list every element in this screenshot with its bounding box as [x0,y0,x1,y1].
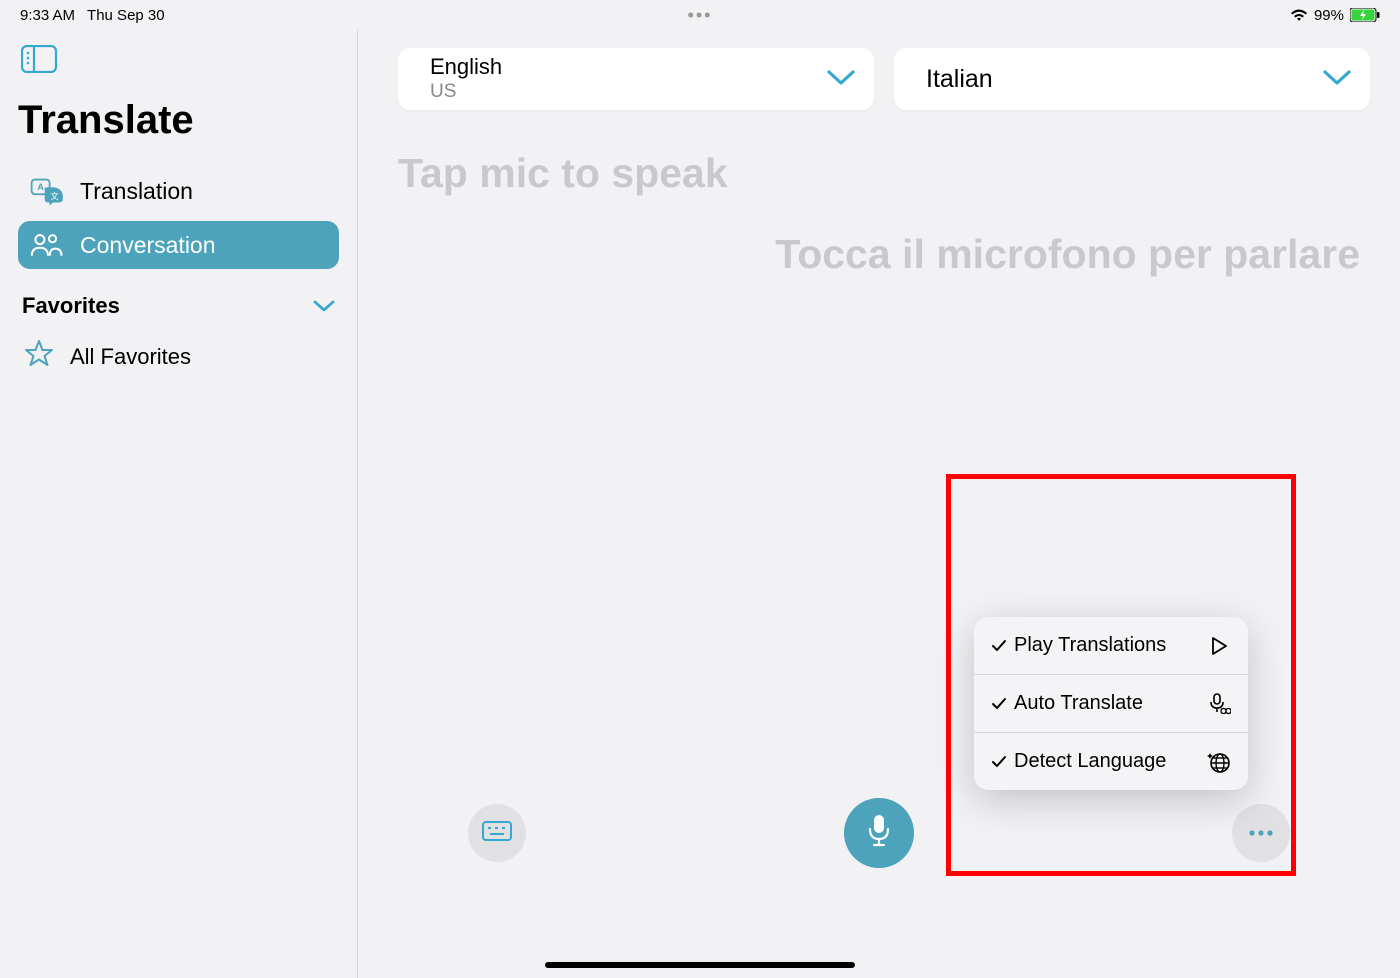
popup-item-auto-translate[interactable]: Auto Translate [974,675,1248,733]
all-favorites-item[interactable]: All Favorites [18,325,339,389]
sidebar-item-label: Conversation [80,232,216,259]
popup-label: Auto Translate [1014,691,1200,716]
wifi-icon [1290,8,1308,22]
from-lang-sub: US [430,81,502,104]
check-icon [990,755,1008,769]
options-popup: Play Transla­tions Auto Translate Detect [974,617,1248,790]
mic-icon [866,813,892,854]
play-icon [1206,636,1232,656]
popup-item-detect-language[interactable]: Detect Language [974,733,1248,790]
battery-percent: 99% [1314,7,1344,24]
hint-source-text: Tap mic to speak [398,150,1370,197]
keyboard-icon [482,821,512,846]
sidebar: Translate A文 Translation Conversation Fa… [0,30,358,978]
app-title: Translate [18,98,339,143]
from-language-selector[interactable]: English US [398,48,874,110]
svg-text:A: A [37,182,44,192]
status-date: Thu Sep 30 [87,7,165,24]
conversation-icon [30,231,66,259]
battery-icon [1350,8,1380,22]
ellipsis-icon [1247,824,1275,842]
to-lang-name: Italian [926,64,993,94]
keyboard-button[interactable] [468,804,526,862]
mic-infinity-icon [1206,692,1232,716]
main-area: English US Italian Tap mic to speak Tocc… [358,30,1400,978]
sidebar-item-conversation[interactable]: Conversation [18,221,339,269]
sidebar-item-translation[interactable]: A文 Translation [18,167,339,215]
popup-item-play-translations[interactable]: Play Transla­tions [974,617,1248,675]
chevron-down-icon [1322,68,1352,91]
popup-label: Detect Language [1014,749,1200,774]
home-indicator[interactable] [545,962,855,968]
check-icon [990,697,1008,711]
chevron-down-icon [826,68,856,91]
all-favorites-label: All Favorites [70,344,191,370]
from-lang-name: English [430,54,502,80]
star-icon [24,339,54,375]
status-bar: 9:33 AM Thu Sep 30 ••• 99% [0,0,1400,30]
globe-sparkle-icon [1206,750,1232,774]
sidebar-toggle-button[interactable] [18,38,60,80]
to-language-selector[interactable]: Italian [894,48,1370,110]
more-dots-icon[interactable]: ••• [688,5,713,26]
popup-label: Play Transla­tions [1014,633,1200,658]
hint-target-text: Tocca il microfono per parlare [398,231,1360,278]
chevron-down-icon [313,293,335,319]
svg-text:文: 文 [50,191,58,201]
check-icon [990,639,1008,653]
status-time: 9:33 AM [20,7,75,24]
translation-icon: A文 [30,177,66,205]
mic-button[interactable] [844,798,914,868]
sidebar-item-label: Translation [80,178,193,205]
favorites-label: Favorites [22,293,120,319]
favorites-header[interactable]: Favorites [18,293,339,319]
more-options-button[interactable] [1232,804,1290,862]
